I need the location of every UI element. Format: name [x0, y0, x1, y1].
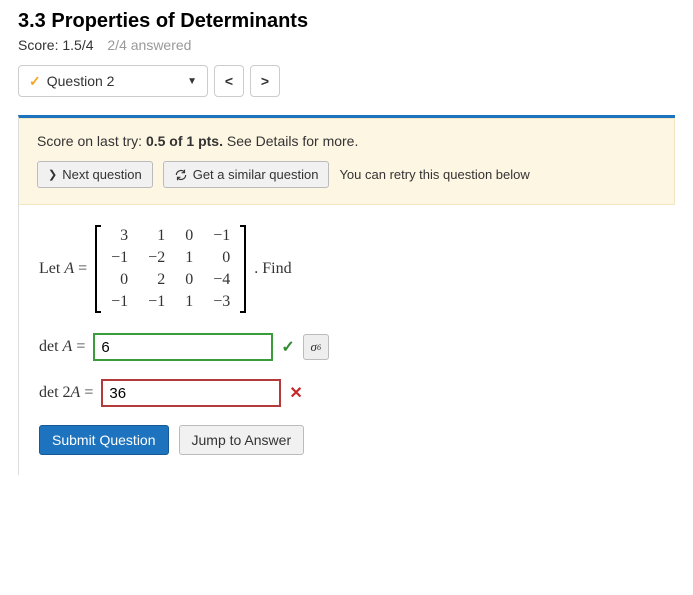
retry-text: You can retry this question below	[339, 167, 529, 182]
similar-question-button[interactable]: Get a similar question	[163, 161, 330, 188]
score-line: Score: 1.5/4 2/4 answered	[18, 37, 675, 53]
last-try-score: Score on last try: 0.5 of 1 pts. See Det…	[37, 133, 656, 149]
feedback-prefix: Score on last try:	[37, 133, 146, 149]
check-icon: ✓	[281, 337, 294, 357]
question-selector-label: Question 2	[47, 73, 115, 89]
similar-question-label: Get a similar question	[193, 167, 319, 182]
next-question-button[interactable]: >	[250, 65, 280, 97]
cross-icon: ✕	[289, 383, 302, 403]
question-panel: Score on last try: 0.5 of 1 pts. See Det…	[18, 115, 675, 475]
keypad-button[interactable]: σ6	[303, 334, 329, 360]
matrix-A: 310−1 −1−210 020−4 −1−11−3	[95, 225, 246, 313]
score-value: Score: 1.5/4	[18, 37, 94, 53]
feedback-box: Score on last try: 0.5 of 1 pts. See Det…	[19, 118, 675, 205]
detA-input[interactable]	[93, 333, 273, 361]
answered-count: 2/4 answered	[107, 37, 191, 53]
prev-question-button[interactable]: <	[214, 65, 244, 97]
page-title: 3.3 Properties of Determinants	[18, 10, 675, 33]
chevron-right-icon: ❯	[48, 168, 57, 181]
next-question-link[interactable]: ❯ Next question	[37, 161, 153, 188]
partial-check-icon: ✓	[29, 73, 41, 90]
let-label: Let A =	[39, 260, 87, 278]
jump-to-answer-button[interactable]: Jump to Answer	[179, 425, 305, 455]
caret-down-icon: ▼	[187, 76, 197, 87]
refresh-icon	[174, 168, 188, 182]
question-body: Let A = 310−1 −1−210 020−4 −1−11−3 . Fin…	[19, 225, 675, 407]
feedback-suffix: See Details for more.	[223, 133, 358, 149]
question-selector[interactable]: ✓ Question 2 ▼	[18, 65, 208, 97]
detA-label: det A =	[39, 338, 85, 356]
det2A-label: det 2A =	[39, 384, 93, 402]
next-question-label: Next question	[62, 167, 142, 182]
find-label: . Find	[254, 260, 291, 278]
submit-button[interactable]: Submit Question	[39, 425, 169, 455]
det2A-input[interactable]	[101, 379, 281, 407]
feedback-bold: 0.5 of 1 pts.	[146, 133, 223, 149]
